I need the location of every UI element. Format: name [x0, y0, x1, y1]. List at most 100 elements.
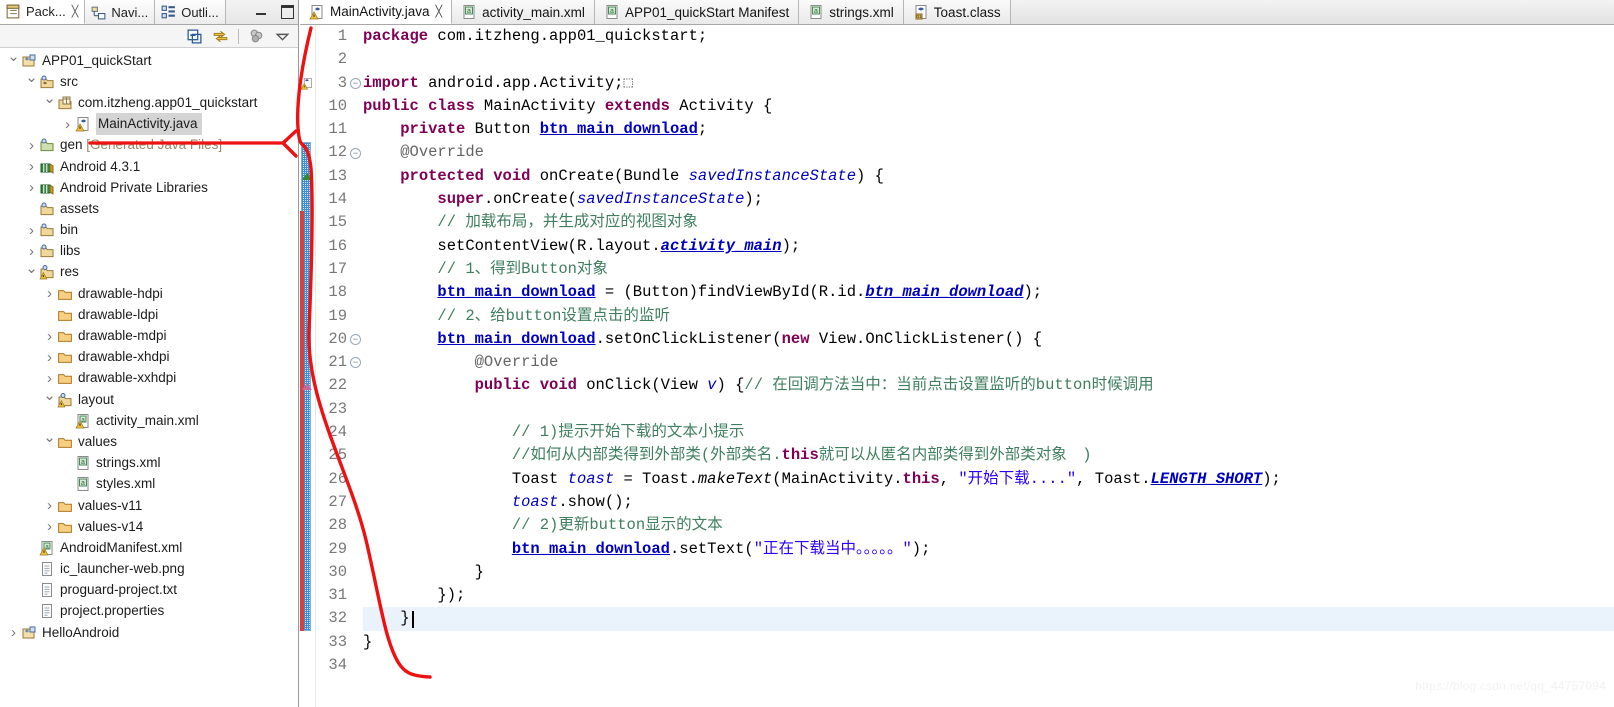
collapse-all-icon[interactable] [186, 28, 203, 45]
view-tab-outline[interactable]: Outli... [155, 0, 226, 24]
tree-item-gen[interactable]: gen [Generated Java Files] [0, 135, 298, 156]
chevron-right-icon[interactable] [42, 519, 57, 534]
code-line[interactable]: } [363, 607, 1614, 631]
code-line[interactable]: btn_main_download.setOnClickListener(new… [363, 328, 1614, 351]
code-line[interactable]: private Button btn_main_download; [363, 118, 1614, 141]
chevron-right-icon[interactable] [42, 498, 57, 513]
tree-item-mainactivity-java[interactable]: MainActivity.java [0, 113, 298, 136]
tree-item-assets[interactable]: assets [0, 198, 298, 219]
source-code-text[interactable]: package com.itzheng.app01_quickstart; im… [363, 25, 1614, 707]
code-line[interactable]: btn_main_download.setText("正在下载当中。。。。。")… [363, 538, 1614, 561]
chevron-right-icon[interactable] [42, 350, 57, 365]
tree-item-layout[interactable]: layout [0, 389, 298, 410]
view-tab-package-explorer[interactable]: Pack... ╳ [0, 0, 86, 24]
code-line[interactable]: btn_main_download = (Button)findViewById… [363, 281, 1614, 304]
code-line[interactable]: import android.app.Activity;⬚ [363, 72, 1614, 95]
code-line[interactable]: }); [363, 584, 1614, 607]
fold-collapse-icon[interactable]: − [350, 357, 361, 369]
code-line[interactable]: // 1)提示开始下载的文本小提示 [363, 421, 1614, 444]
code-line[interactable] [363, 654, 1614, 677]
editor-tab-toast-class[interactable]: 01 Toast.class [903, 0, 1011, 24]
tree-item-drawable-hdpi[interactable]: drawable-hdpi [0, 283, 298, 304]
maximize-button[interactable] [278, 2, 295, 19]
tree-item-styles-xml[interactable]: a styles.xml [0, 474, 298, 495]
chevron-right-icon[interactable] [24, 180, 39, 195]
code-line[interactable]: } [363, 631, 1614, 654]
close-icon[interactable]: ╳ [436, 5, 443, 18]
chevron-right-icon[interactable] [6, 625, 21, 640]
code-line[interactable]: } [363, 561, 1614, 584]
code-line[interactable] [363, 398, 1614, 421]
tree-item-drawable-xhdpi[interactable]: drawable-xhdpi [0, 347, 298, 368]
focus-icon[interactable] [248, 28, 265, 45]
tree-item-helloandroid[interactable]: HelloAndroid [0, 622, 298, 643]
chevron-right-icon[interactable] [24, 159, 39, 174]
code-line[interactable] [363, 48, 1614, 71]
view-tab-navigator[interactable]: Navi... [85, 0, 156, 24]
chevron-right-icon[interactable] [42, 371, 57, 386]
code-line[interactable]: // 2)更新button显示的文本 [363, 514, 1614, 537]
code-line[interactable]: @Override [363, 141, 1614, 164]
minimize-button[interactable] [253, 2, 270, 19]
chevron-right-icon[interactable] [42, 286, 57, 301]
tree-item-com-itzheng-app01-quickstart[interactable]: com.itzheng.app01_quickstart [0, 92, 298, 113]
tree-item-res[interactable]: res [0, 262, 298, 283]
code-line[interactable]: // 1、得到Button对象 [363, 258, 1614, 281]
editor-tab-strings-xml[interactable]: a strings.xml [799, 0, 904, 24]
code-line[interactable]: //如何从内部类得到外部类(外部类名.this就可以从匿名内部类得到外部类对象 … [363, 444, 1614, 467]
chevron-down-icon[interactable] [42, 434, 57, 449]
folding-column[interactable]: − − − − [350, 25, 363, 707]
project-tree[interactable]: APP01_quickStartsrccom.itzheng.app01_qui… [0, 48, 298, 643]
code-line[interactable]: // 加载布局，并生成对应的视图对象 [363, 211, 1614, 234]
tree-item-values[interactable]: values [0, 431, 298, 452]
fold-collapse-icon[interactable]: − [350, 333, 361, 345]
tree-item-libs[interactable]: libs [0, 241, 298, 262]
link-with-editor-icon[interactable] [212, 28, 229, 45]
tree-item-androidmanifest-xml[interactable]: a AndroidManifest.xml [0, 537, 298, 558]
code-line[interactable]: package com.itzheng.app01_quickstart; [363, 25, 1614, 48]
chevron-down-icon[interactable] [6, 53, 21, 68]
chevron-down-icon[interactable] [24, 265, 39, 280]
chevron-right-icon[interactable] [24, 244, 39, 259]
override-marker-icon[interactable] [302, 382, 312, 390]
tree-item-proguard-project-txt[interactable]: proguard-project.txt [0, 580, 298, 601]
chevron-down-icon[interactable] [24, 74, 39, 89]
code-line[interactable]: public class MainActivity extends Activi… [363, 95, 1614, 118]
chevron-right-icon[interactable] [42, 329, 57, 344]
tree-item-android-private-libraries[interactable]: Android Private Libraries [0, 177, 298, 198]
code-line[interactable]: // 2、给button设置点击的监听 [363, 305, 1614, 328]
code-line[interactable]: setContentView(R.layout.activity_main); [363, 235, 1614, 258]
chevron-down-icon[interactable] [274, 28, 291, 45]
tree-item-strings-xml[interactable]: a strings.xml [0, 453, 298, 474]
fold-collapse-icon[interactable]: − [350, 77, 361, 89]
tree-item-values-v11[interactable]: values-v11 [0, 495, 298, 516]
chevron-right-icon[interactable] [60, 117, 75, 132]
override-marker-icon[interactable] [302, 172, 312, 180]
tree-item-project-properties[interactable]: project.properties [0, 601, 298, 622]
tree-item-values-v14[interactable]: values-v14 [0, 516, 298, 537]
tree-item-app01-quickstart[interactable]: APP01_quickStart [0, 50, 298, 71]
tree-item-drawable-xxhdpi[interactable]: drawable-xxhdpi [0, 368, 298, 389]
chevron-down-icon[interactable] [42, 392, 57, 407]
tree-item-ic-launcher-web-png[interactable]: ic_launcher-web.png [0, 559, 298, 580]
chevron-right-icon[interactable] [24, 138, 39, 153]
code-editor[interactable]: 1 2 3 10 11 12 13 14 15 16 17 18 19 20 21 22 23 24 25 26 27 2… [300, 25, 1614, 707]
editor-tab-mainactivity-java[interactable]: MainActivity.java ╳ [300, 0, 453, 24]
code-line[interactable]: super.onCreate(savedInstanceState); [363, 188, 1614, 211]
code-line[interactable]: public void onClick(View v) {// 在回调方法当中：… [363, 374, 1614, 397]
chevron-right-icon[interactable] [24, 223, 39, 238]
close-icon[interactable]: ╳ [72, 5, 79, 18]
chevron-down-icon[interactable] [42, 95, 57, 110]
editor-tab-activity-main-xml[interactable]: a activity_main.xml [452, 0, 595, 24]
code-line[interactable]: @Override [363, 351, 1614, 374]
tree-item-android-4-3-1[interactable]: Android 4.3.1 [0, 156, 298, 177]
code-line[interactable]: protected void onCreate(Bundle savedInst… [363, 165, 1614, 188]
tree-item-bin[interactable]: bin [0, 220, 298, 241]
code-line[interactable]: toast.show(); [363, 491, 1614, 514]
tree-item-drawable-mdpi[interactable]: drawable-mdpi [0, 325, 298, 346]
code-line[interactable]: Toast toast = Toast.makeText(MainActivit… [363, 468, 1614, 491]
warning-marker-icon[interactable] [300, 77, 314, 90]
marker-bar[interactable] [300, 25, 316, 707]
editor-tab-app01-quickstart-manifest[interactable]: a APP01_quickStart Manifest [594, 0, 800, 24]
tree-item-drawable-ldpi[interactable]: drawable-ldpi [0, 304, 298, 325]
